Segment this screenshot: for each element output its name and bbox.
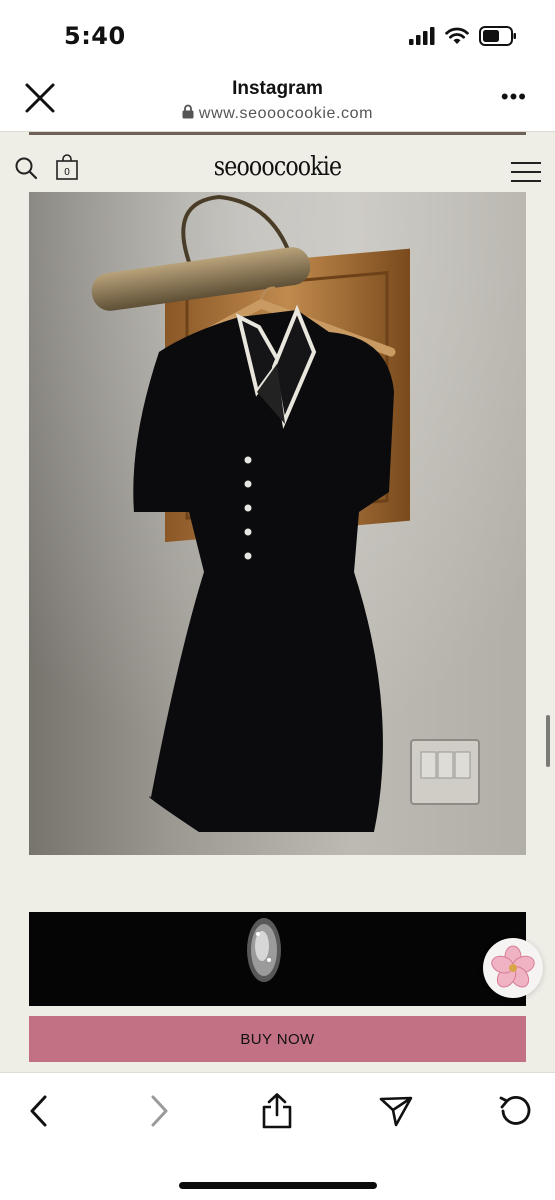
browser-title: Instagram (232, 78, 323, 99)
forward-button[interactable] (139, 1091, 179, 1131)
share-icon (262, 1093, 292, 1129)
reload-button[interactable] (495, 1091, 535, 1131)
send-icon (379, 1096, 413, 1127)
browser-url: www.seooocookie.com (198, 105, 374, 122)
reload-icon (499, 1096, 531, 1125)
scrollbar-thumb[interactable] (546, 715, 550, 767)
more-icon[interactable]: ••• (501, 86, 527, 108)
forward-icon (151, 1095, 168, 1127)
previous-image-edge (29, 132, 526, 135)
site-logo[interactable]: seooocookie (42, 152, 514, 182)
product-photo[interactable] (29, 192, 526, 855)
flower-icon (491, 945, 535, 988)
menu-icon[interactable] (511, 162, 541, 182)
buy-now-button[interactable]: BUY NOW (29, 1016, 526, 1062)
status-time: 5:40 (64, 22, 126, 50)
send-button[interactable] (376, 1091, 416, 1131)
battery-icon (479, 26, 516, 46)
lock-icon (182, 104, 194, 119)
detail-photo[interactable] (29, 912, 526, 1006)
wifi-icon (445, 27, 469, 44)
home-indicator[interactable] (179, 1182, 377, 1189)
share-button[interactable] (257, 1091, 297, 1131)
browser-url-row[interactable]: www.seooocookie.com (0, 104, 555, 123)
cellular-signal-icon (409, 27, 435, 45)
dress-image (29, 192, 526, 855)
status-bar: 5:40 (0, 0, 555, 70)
browser-bottom-bar (0, 1072, 555, 1200)
status-icons (409, 26, 517, 46)
flower-chat-button[interactable] (483, 938, 543, 998)
browser-header: Instagram www.seooocookie.com ••• (0, 70, 555, 132)
brooch-image (247, 918, 281, 982)
back-icon (30, 1095, 47, 1127)
search-icon[interactable] (14, 156, 38, 180)
site-header: 0 seooocookie (0, 146, 555, 192)
web-content: 0 seooocookie BUY NOW (0, 132, 555, 1072)
back-button[interactable] (19, 1091, 59, 1131)
